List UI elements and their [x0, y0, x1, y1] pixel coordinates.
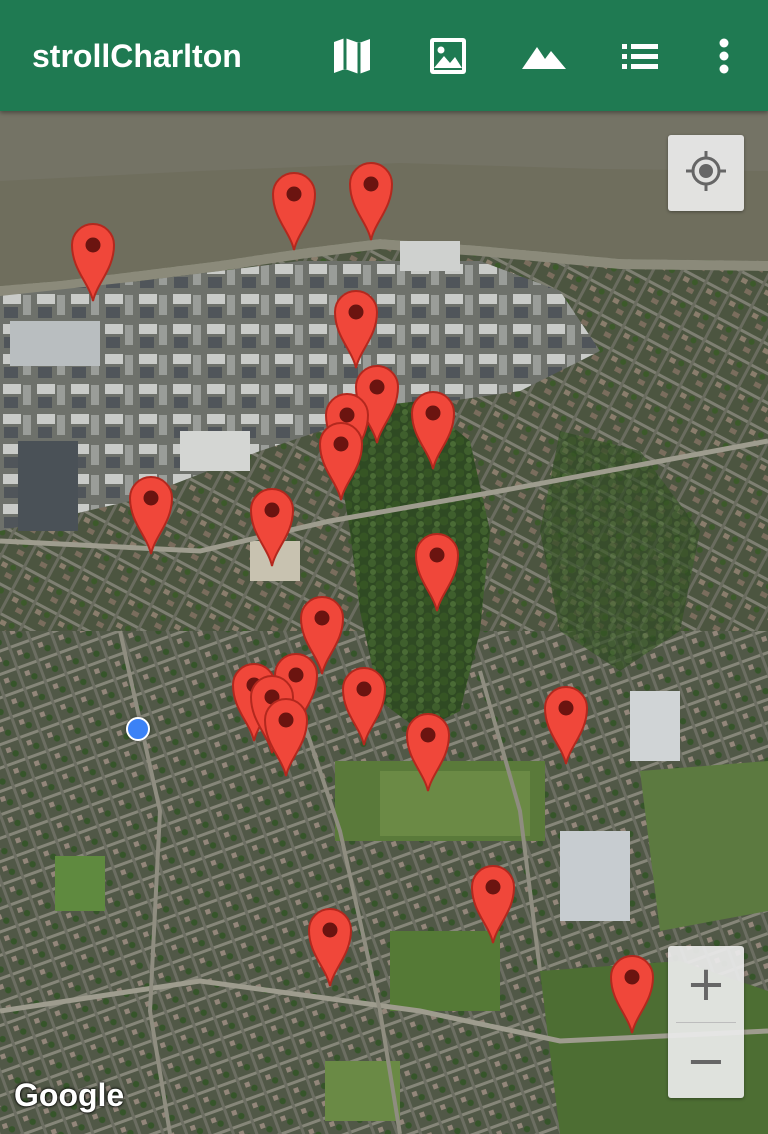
- map-marker[interactable]: [318, 420, 364, 502]
- map-marker[interactable]: [543, 684, 589, 766]
- map-marker[interactable]: [249, 486, 295, 568]
- map-marker[interactable]: [609, 953, 655, 1035]
- zoom-out-button[interactable]: −: [668, 1023, 744, 1098]
- map-marker[interactable]: [405, 711, 451, 793]
- map-icon: [333, 36, 371, 76]
- map-marker[interactable]: [333, 288, 379, 370]
- crosshair-icon: [684, 149, 728, 198]
- map-marker[interactable]: [271, 170, 317, 252]
- map-marker[interactable]: [470, 863, 516, 945]
- map-marker[interactable]: [128, 474, 174, 556]
- my-location-button[interactable]: [668, 135, 744, 211]
- app-title: strollCharlton: [32, 38, 242, 74]
- map-marker[interactable]: [70, 221, 116, 303]
- map-marker[interactable]: [307, 906, 353, 988]
- app-root: strollCharlton + − Google: [0, 0, 768, 1134]
- list-icon: [620, 42, 660, 70]
- overflow-menu-button[interactable]: [698, 30, 750, 82]
- map-marker[interactable]: [263, 696, 309, 778]
- map-marker[interactable]: [414, 531, 460, 613]
- current-location-dot: [126, 717, 150, 741]
- zoom-controls: + −: [668, 946, 744, 1098]
- satellite-map[interactable]: + − Google: [0, 111, 768, 1134]
- image-icon: [428, 36, 468, 76]
- terrain-icon: [521, 41, 567, 71]
- more-vert-icon: [718, 38, 730, 74]
- zoom-in-button[interactable]: +: [668, 946, 744, 1021]
- app-toolbar: strollCharlton: [0, 0, 768, 111]
- map-marker[interactable]: [410, 389, 456, 471]
- terrain-button[interactable]: [518, 30, 570, 82]
- list-view-button[interactable]: [614, 30, 666, 82]
- photos-button[interactable]: [422, 30, 474, 82]
- google-logo: Google: [14, 1077, 125, 1113]
- map-marker[interactable]: [341, 665, 387, 747]
- map-view-button[interactable]: [326, 30, 378, 82]
- map-marker[interactable]: [348, 160, 394, 242]
